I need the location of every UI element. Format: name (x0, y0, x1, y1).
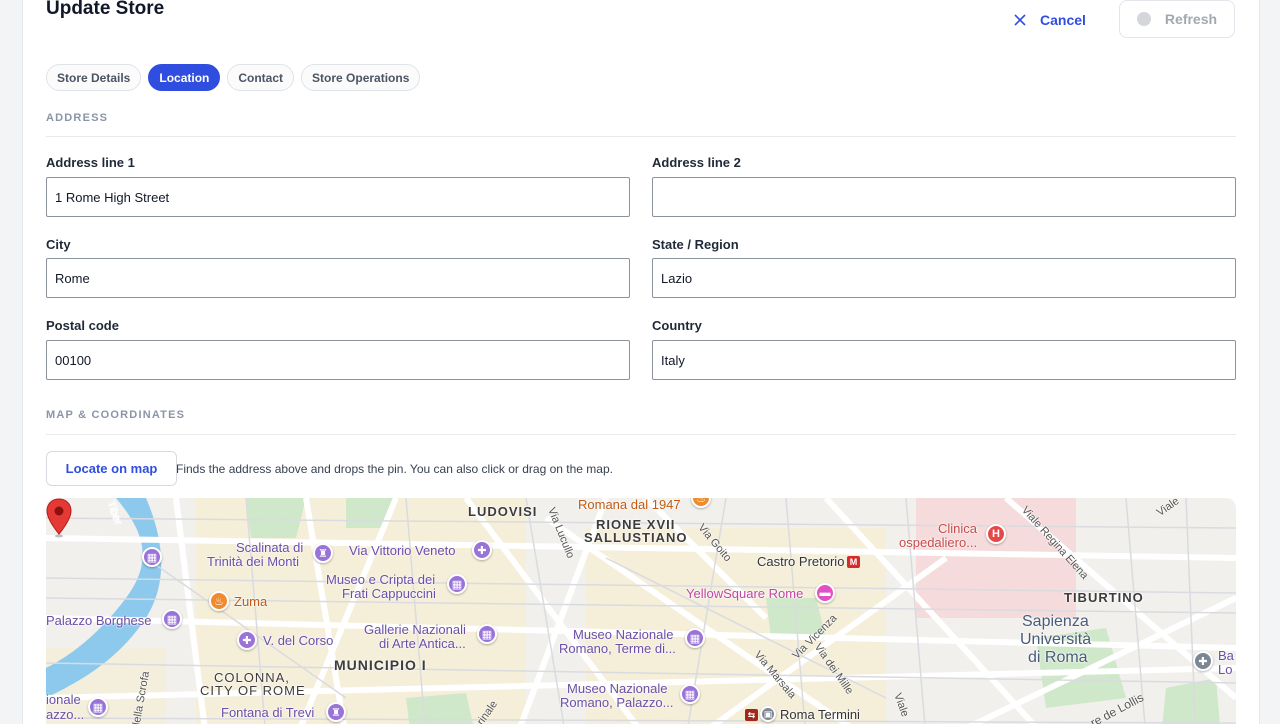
museum-icon: ▦ (142, 547, 162, 567)
museum-icon: ▦ (685, 628, 705, 648)
map-label-museo-nazionale-4: Romano, Palazzo... (560, 695, 674, 710)
map-label-fontana-di-trevi: Fontana di Trevi (221, 705, 315, 720)
map-label-zuma: Zuma (234, 594, 268, 609)
map-label-azzo: azzo... (46, 707, 85, 722)
locate-hint: Finds the address above and drops the pi… (176, 462, 613, 476)
map-label-museo-nazionale-1: Museo Nazionale (573, 627, 674, 642)
locate-on-map-button[interactable]: Locate on map (46, 451, 177, 486)
museum-icon: ▦ (88, 697, 108, 717)
postal-code-input[interactable] (46, 340, 630, 380)
map-divider (46, 434, 1236, 435)
address-line1-input[interactable] (46, 177, 630, 217)
map-label-clinica-1: Clinica (938, 521, 978, 536)
map-label-municipio: MUNICIPIO I (334, 657, 427, 673)
hotel-icon: ▬ (815, 583, 835, 603)
train-icon: ⇆ (745, 709, 758, 721)
map-label-ludovisi: LUDOVISI (468, 504, 538, 519)
map-label-scalinata-1: Scalinata di (236, 540, 304, 555)
cancel-button[interactable]: Cancel (1014, 6, 1086, 34)
museum-icon: ▦ (477, 624, 497, 644)
city-input[interactable] (46, 258, 630, 298)
page-title: Update Store (46, 0, 165, 19)
refresh-button[interactable]: Refresh (1119, 0, 1235, 38)
map-label-sapienza-1: Sapienza (1022, 613, 1089, 630)
location-pin-icon[interactable] (46, 498, 72, 538)
state-input[interactable] (652, 258, 1236, 298)
map-label-castro-pretorio: Castro Pretorio (757, 554, 845, 569)
refresh-label: Refresh (1164, 11, 1218, 27)
hospital-icon: H (986, 524, 1006, 544)
map-label-museo-nazionale-2: Romano, Terme di... (559, 641, 676, 656)
map-label-gallerie-1: Gallerie Nazionali (364, 622, 466, 637)
close-icon (1014, 14, 1026, 26)
map-label-lo: Lo (1218, 662, 1233, 677)
map-label-yellowsquare: YellowSquare Rome (686, 586, 804, 601)
map-section-title: MAP & COORDINATES (46, 409, 186, 421)
map-label-city-of-rome: CITY OF ROME (200, 683, 306, 698)
map-label-museo-cripta-1: Museo e Cripta dei (326, 572, 436, 587)
tab-bar: Store Details Location Contact Store Ope… (46, 64, 421, 91)
map-label-roma-termini: Roma Termini (780, 707, 860, 722)
city-label: City (46, 237, 71, 252)
cancel-label: Cancel (1040, 12, 1086, 28)
address-section-title: ADDRESS (46, 112, 109, 124)
monument-icon: ✚ (1193, 651, 1213, 671)
map-view[interactable]: Tiber LUDOVISI Romana dal 1947 ♨ RIONE X… (46, 498, 1236, 724)
map-label-ba: Ba (1218, 648, 1234, 663)
country-input[interactable] (652, 340, 1236, 380)
tab-store-operations[interactable]: Store Operations (301, 64, 421, 91)
monument-icon: ♜ (326, 702, 346, 722)
map-label-scalinata-2: Trinità dei Monti (207, 554, 299, 569)
country-label: Country (652, 318, 702, 333)
map-label-sapienza-2: Università (1020, 631, 1092, 648)
address-line1-label: Address line 1 (46, 155, 135, 170)
map-label-via-vittorio-veneto: Via Vittorio Veneto (349, 543, 456, 558)
museum-icon: ▦ (680, 684, 700, 704)
tab-contact[interactable]: Contact (227, 64, 295, 91)
map-label-v-del-corso: V. del Corso (263, 633, 334, 648)
restaurant-icon: ♨ (209, 591, 229, 611)
map-label-sapienza-3: di Roma (1028, 649, 1088, 666)
address-line2-label: Address line 2 (652, 155, 741, 170)
map-label-sallustiano: SALLUSTIANO (584, 530, 688, 545)
spinner-icon (1136, 12, 1151, 26)
museum-icon: ▦ (162, 609, 182, 629)
map-label-gallerie-2: di Arte Antica... (379, 636, 466, 651)
signpost-icon: ✚ (472, 540, 492, 560)
map-label-museo-nazionale-3: Museo Nazionale (567, 681, 668, 696)
address-divider (46, 136, 1236, 137)
museum-icon: ▦ (447, 574, 467, 594)
state-label: State / Region (652, 237, 739, 252)
tab-store-details[interactable]: Store Details (46, 64, 142, 91)
signpost-icon: ✚ (237, 630, 257, 650)
map-label-palazzo-borghese: Palazzo Borghese (46, 613, 152, 628)
map-label-ionale: ionale (46, 692, 81, 707)
map-label-tiburtino: TIBURTINO (1064, 590, 1144, 605)
station-icon: ▣ (760, 706, 776, 722)
address-line2-input[interactable] (652, 177, 1236, 217)
monument-icon: ♜ (313, 543, 333, 563)
map-label-clinica-2: ospedaliero... (899, 535, 978, 550)
tab-location[interactable]: Location (148, 64, 221, 91)
metro-icon: M (847, 556, 860, 568)
postal-code-label: Postal code (46, 318, 119, 333)
map-label-museo-cripta-2: Frati Cappuccini (342, 586, 436, 601)
map-label-romana: Romana dal 1947 (578, 498, 681, 512)
